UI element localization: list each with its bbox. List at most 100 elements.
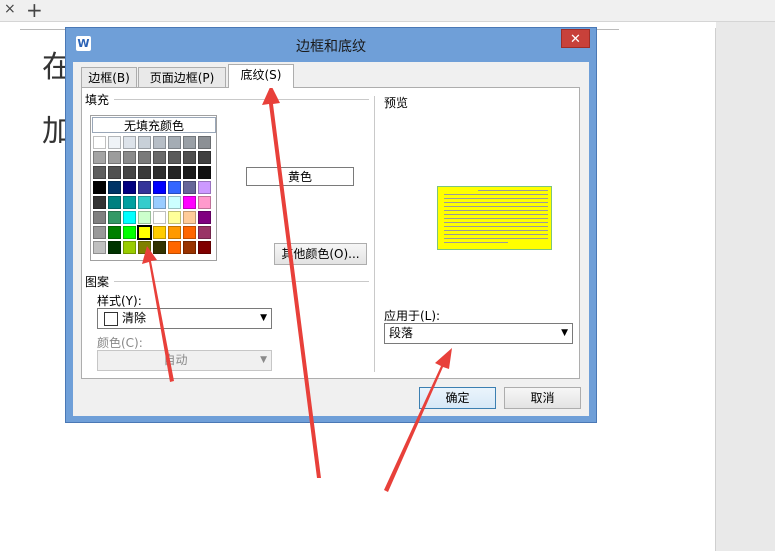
color-swatch[interactable] — [123, 181, 136, 194]
color-swatch[interactable] — [198, 211, 211, 224]
apply-to-select[interactable]: 段落 ▼ — [384, 323, 573, 344]
ok-button[interactable]: 确定 — [419, 387, 496, 409]
color-swatch[interactable] — [168, 226, 181, 239]
color-swatch[interactable] — [93, 151, 106, 164]
color-swatch[interactable] — [123, 136, 136, 149]
dialog-body: 边框(B) 页面边框(P) 底纹(S) 填充 无填充颜色 黄色 其他颜色(O).… — [73, 62, 589, 416]
color-swatch[interactable] — [198, 181, 211, 194]
color-swatch[interactable] — [153, 196, 166, 209]
color-swatch[interactable] — [137, 225, 152, 240]
color-swatch[interactable] — [108, 181, 121, 194]
color-swatch[interactable] — [108, 211, 121, 224]
color-swatch[interactable] — [198, 136, 211, 149]
color-swatch[interactable] — [198, 151, 211, 164]
color-swatch[interactable] — [183, 181, 196, 194]
color-swatch[interactable] — [123, 166, 136, 179]
color-swatch[interactable] — [108, 166, 121, 179]
color-swatch[interactable] — [183, 211, 196, 224]
color-swatch[interactable] — [123, 211, 136, 224]
preview-text-line — [444, 230, 548, 231]
pattern-swatch-icon — [104, 312, 118, 326]
color-swatch[interactable] — [93, 226, 106, 239]
color-swatch[interactable] — [168, 181, 181, 194]
color-swatch[interactable] — [183, 151, 196, 164]
color-swatch[interactable] — [183, 166, 196, 179]
preview-text-line — [444, 198, 548, 199]
color-swatch[interactable] — [168, 196, 181, 209]
color-swatch[interactable] — [168, 241, 181, 254]
color-swatch[interactable] — [138, 151, 151, 164]
color-swatch[interactable] — [168, 211, 181, 224]
color-swatch[interactable] — [153, 211, 166, 224]
color-swatch[interactable] — [108, 196, 121, 209]
color-swatch[interactable] — [198, 196, 211, 209]
cancel-button[interactable]: 取消 — [504, 387, 581, 409]
color-swatch[interactable] — [138, 181, 151, 194]
color-swatch[interactable] — [138, 196, 151, 209]
close-tab-icon[interactable]: × — [4, 1, 16, 17]
color-swatch[interactable] — [138, 211, 151, 224]
preview-text-line — [444, 226, 548, 227]
color-swatch[interactable] — [123, 151, 136, 164]
color-swatch[interactable] — [153, 151, 166, 164]
selected-color-name: 黄色 — [246, 167, 354, 186]
shading-preview — [437, 186, 552, 250]
chevron-down-icon: ▼ — [260, 313, 267, 323]
color-swatch[interactable] — [183, 226, 196, 239]
color-swatch[interactable] — [153, 226, 166, 239]
dialog-title-bar[interactable]: W 边框和底纹 ✕ — [66, 28, 596, 58]
color-swatch[interactable] — [198, 226, 211, 239]
preview-text-line — [444, 242, 508, 243]
color-swatch[interactable] — [138, 241, 151, 254]
color-swatch[interactable] — [93, 196, 106, 209]
tab-shading[interactable]: 底纹(S) — [228, 64, 294, 88]
color-swatch[interactable] — [183, 196, 196, 209]
color-swatch[interactable] — [93, 181, 106, 194]
color-swatch[interactable] — [153, 181, 166, 194]
preview-text-line — [444, 222, 548, 223]
color-swatch[interactable] — [93, 166, 106, 179]
color-swatch[interactable] — [198, 241, 211, 254]
color-swatch[interactable] — [168, 136, 181, 149]
style-select[interactable]: 清除 ▼ — [97, 308, 272, 329]
new-tab-icon[interactable]: + — [26, 0, 43, 22]
color-grid — [93, 136, 211, 254]
color-swatch[interactable] — [183, 136, 196, 149]
color-swatch[interactable] — [138, 166, 151, 179]
tab-borders[interactable]: 边框(B) — [81, 67, 137, 87]
color-swatch[interactable] — [93, 136, 106, 149]
color-swatch[interactable] — [168, 166, 181, 179]
no-fill-color-button[interactable]: 无填充颜色 — [92, 117, 216, 133]
chevron-down-icon: ▼ — [260, 355, 267, 365]
group-divider — [114, 281, 369, 282]
color-swatch[interactable] — [108, 226, 121, 239]
color-swatch[interactable] — [153, 241, 166, 254]
color-swatch[interactable] — [153, 166, 166, 179]
close-button[interactable]: ✕ — [561, 29, 590, 48]
color-swatch[interactable] — [123, 226, 136, 239]
shading-tab-panel: 填充 无填充颜色 黄色 其他颜色(O)... 图案 样式(Y): 清除 ▼ 颜色… — [81, 87, 580, 379]
document-gutter — [716, 22, 775, 551]
preview-text-line — [444, 234, 548, 235]
section-divider — [374, 96, 375, 372]
pattern-color-select: 自动 ▼ — [97, 350, 272, 371]
preview-text-line — [444, 194, 548, 195]
color-swatch[interactable] — [108, 241, 121, 254]
color-swatch[interactable] — [108, 151, 121, 164]
color-swatch[interactable] — [138, 136, 151, 149]
preview-text-line — [444, 214, 548, 215]
color-swatch[interactable] — [108, 136, 121, 149]
tab-page-border[interactable]: 页面边框(P) — [138, 67, 226, 87]
color-swatch[interactable] — [93, 241, 106, 254]
apply-to-value: 段落 — [389, 326, 414, 340]
color-swatch[interactable] — [183, 241, 196, 254]
color-swatch[interactable] — [93, 211, 106, 224]
more-colors-button[interactable]: 其他颜色(O)... — [274, 243, 367, 265]
color-swatch[interactable] — [168, 151, 181, 164]
color-swatch[interactable] — [123, 241, 136, 254]
color-swatch[interactable] — [198, 166, 211, 179]
color-swatch[interactable] — [123, 196, 136, 209]
style-value: 清除 — [122, 311, 147, 325]
style-label: 样式(Y): — [97, 294, 142, 308]
color-swatch[interactable] — [153, 136, 166, 149]
